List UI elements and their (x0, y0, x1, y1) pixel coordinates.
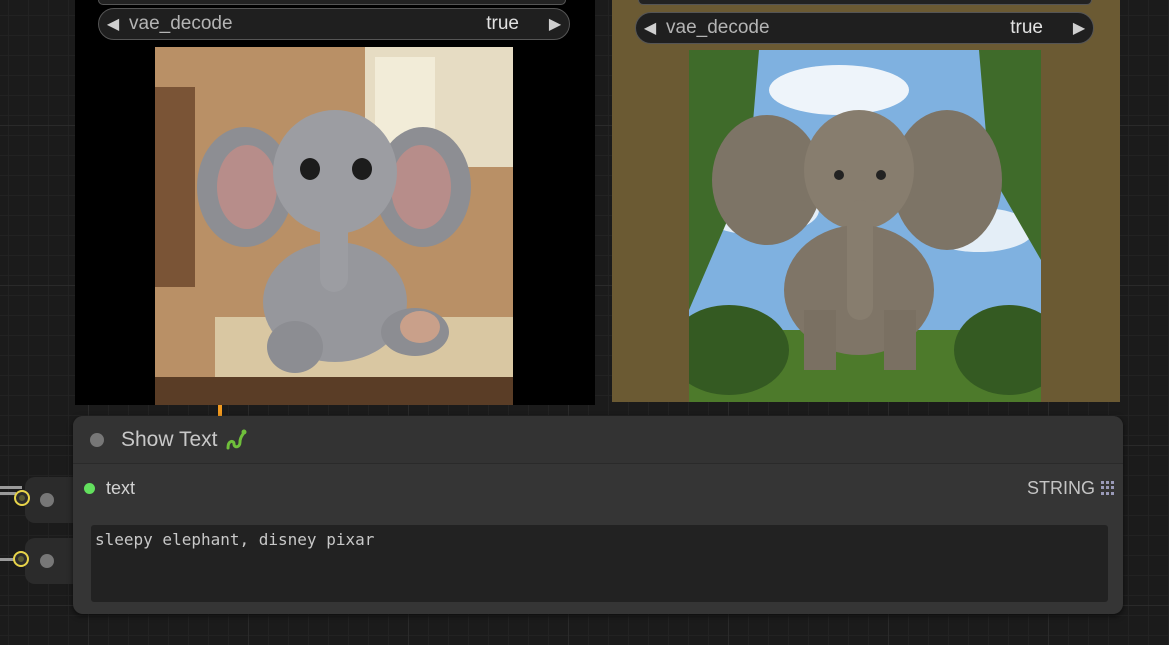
snake-emoji-icon (224, 428, 248, 452)
widget-value: true (1010, 17, 1043, 38)
triangle-right-icon[interactable]: ▶ (541, 14, 569, 34)
text-output-area[interactable]: sleepy elephant, disney pixar (91, 525, 1108, 602)
collapse-dot-icon[interactable] (90, 432, 104, 447)
preview-image-cute-elephant (155, 47, 513, 405)
node-widget-above (98, 0, 566, 5)
node-title: Show Text (121, 427, 218, 451)
grid-dots-icon (1101, 481, 1115, 495)
input-type: STRING (1026, 477, 1095, 498)
collapse-dot-icon[interactable] (40, 554, 54, 568)
input-socket[interactable] (13, 551, 29, 567)
hidden-node-2[interactable] (25, 538, 77, 584)
widget-name: vae_decode (666, 17, 770, 38)
widget-value: true (486, 13, 519, 34)
link-wire (0, 486, 22, 489)
link-wire (218, 405, 222, 416)
input-socket[interactable] (14, 490, 30, 506)
triangle-left-icon[interactable]: ◀ (636, 18, 664, 38)
hidden-node-1[interactable] (25, 477, 77, 523)
triangle-left-icon[interactable]: ◀ (99, 14, 127, 34)
widget-name: vae_decode (129, 13, 233, 34)
show-text-node[interactable]: Show Text text STRING sleepy elephant, d… (73, 416, 1123, 614)
preview-image-wild-elephant (689, 50, 1041, 402)
collapse-dot-icon[interactable] (40, 493, 54, 507)
link-wire (0, 558, 14, 561)
input-label: text (106, 477, 136, 498)
preview-node-right[interactable]: ◀ vae_decode true ▶ (612, 0, 1120, 402)
vae-decode-toggle[interactable]: ◀ vae_decode true ▶ (635, 12, 1094, 44)
triangle-right-icon[interactable]: ▶ (1065, 18, 1093, 38)
input-connected-dot[interactable] (84, 482, 95, 494)
node-widget-above (638, 0, 1092, 5)
input-slot-text[interactable]: text STRING (73, 476, 1123, 500)
vae-decode-toggle[interactable]: ◀ vae_decode true ▶ (98, 8, 570, 40)
preview-node-left[interactable]: ◀ vae_decode true ▶ (75, 0, 595, 405)
node-title-bar[interactable]: Show Text (73, 416, 1123, 464)
